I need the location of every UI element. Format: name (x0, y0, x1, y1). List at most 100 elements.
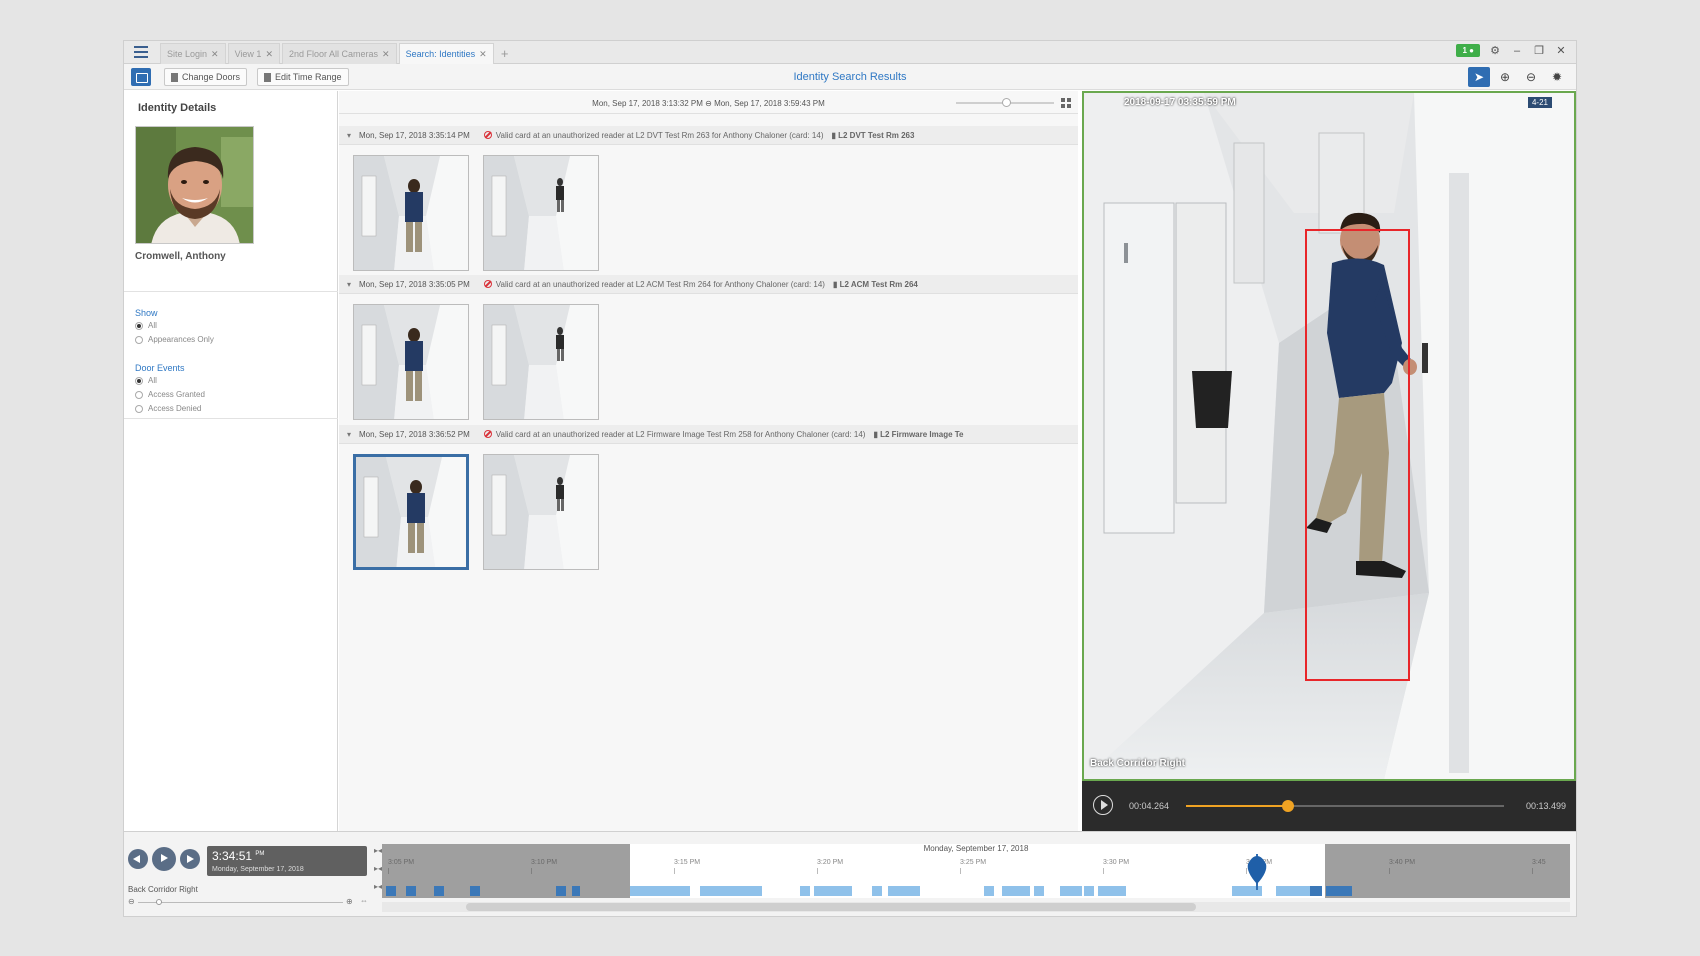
recording-segment[interactable] (572, 886, 580, 896)
pointer-icon[interactable]: ➤ (1468, 67, 1490, 87)
recording-segment[interactable] (630, 886, 690, 896)
radio-label: All (148, 376, 157, 385)
connection-badge[interactable]: 1 ● (1456, 44, 1480, 57)
close-tab-icon[interactable]: ✕ (265, 49, 273, 60)
change-doors-label: Change Doors (182, 72, 241, 82)
collapse-icon[interactable]: ▾ (339, 131, 359, 140)
radio-dot[interactable] (135, 404, 143, 413)
recording-segment[interactable] (984, 886, 994, 896)
step-forward-icon[interactable] (180, 849, 200, 869)
recording-segment[interactable] (406, 886, 416, 896)
grid-view-icon[interactable] (1061, 98, 1071, 108)
collapse-icon[interactable]: ▸◂ (374, 882, 382, 891)
recording-segment[interactable] (800, 886, 810, 896)
thumbnail[interactable] (483, 454, 599, 570)
access-denied-icon (483, 430, 492, 438)
close-tab-icon[interactable]: ✕ (382, 49, 390, 60)
menu-icon[interactable] (134, 46, 148, 58)
close-tab-icon[interactable]: ✕ (211, 49, 219, 60)
close-icon[interactable]: ✕ (1554, 44, 1568, 57)
recording-segment[interactable] (1098, 886, 1126, 896)
timeline-zoom-knob[interactable] (156, 899, 162, 905)
fit-icon[interactable]: ⇔ (360, 896, 368, 905)
event-header[interactable]: ▾ Mon, Sep 17, 2018 3:36:52 PM Valid card … (339, 425, 1078, 444)
recording-segment[interactable] (1326, 886, 1352, 896)
zoom-out-icon[interactable]: ⊖ (1520, 67, 1542, 87)
show-radio-appearances-only[interactable]: Appearances Only (135, 335, 214, 344)
door-name: ▮ L2 ACM Test Rm 264 (832, 279, 918, 289)
recording-segment[interactable] (1084, 886, 1094, 896)
show-radio-all[interactable]: All (135, 321, 157, 330)
edit-time-range-button[interactable]: Edit Time Range (257, 68, 349, 86)
door-radio-access-granted[interactable]: Access Granted (135, 390, 205, 399)
recording-segment[interactable] (1310, 886, 1322, 896)
door-radio-access-denied[interactable]: Access Denied (135, 404, 201, 413)
tab-search-identities[interactable]: Search: Identities ✕ (398, 43, 494, 64)
thumbnail[interactable] (483, 304, 599, 420)
recording-segment[interactable] (888, 886, 920, 896)
radio-dot[interactable] (135, 321, 143, 330)
play-icon[interactable] (1093, 795, 1113, 815)
recording-segment[interactable] (434, 886, 444, 896)
recording-segment[interactable] (872, 886, 882, 896)
event-header[interactable]: ▾ Mon, Sep 17, 2018 3:35:05 PM Valid card … (339, 275, 1078, 294)
minimize-icon[interactable]: – (1510, 45, 1524, 57)
radio-dot[interactable] (135, 390, 143, 399)
recording-segment[interactable] (1060, 886, 1082, 896)
collapse-icon[interactable]: ▾ (339, 430, 359, 439)
zoom-in-icon[interactable]: ⊕ (1494, 67, 1516, 87)
timeline-scrollbar[interactable] (382, 902, 1570, 912)
door-radio-all[interactable]: All (135, 376, 157, 385)
playhead-marker[interactable] (1244, 854, 1270, 890)
timeline-scroll-thumb[interactable] (466, 903, 1196, 911)
thumbnail[interactable] (353, 454, 469, 570)
settings-icon[interactable]: ✹ (1546, 67, 1568, 87)
step-back-icon[interactable] (128, 849, 148, 869)
radio-label: All (148, 321, 157, 330)
radio-dot[interactable] (135, 335, 143, 344)
tab-site-login[interactable]: Site Login ✕ (160, 43, 226, 64)
recording-segment[interactable] (470, 886, 480, 896)
tab-bar: Site Login ✕ View 1 ✕ 2nd Floor All Cameras ✕… (124, 41, 1576, 64)
thumbnail[interactable] (353, 304, 469, 420)
collapse-icon[interactable]: ▸◂ (374, 846, 382, 855)
recording-segment[interactable] (556, 886, 566, 896)
zoom-in-icon[interactable]: ⊕ (346, 897, 353, 906)
camera-snapshot (354, 156, 468, 270)
door-icon (171, 72, 178, 82)
recording-segment[interactable] (1276, 886, 1310, 896)
radio-dot[interactable] (135, 376, 143, 385)
restore-icon[interactable]: ❐ (1532, 44, 1546, 57)
camera-snapshot (356, 457, 466, 567)
event-header[interactable]: ▾ Mon, Sep 17, 2018 3:35:14 PM Valid card … (339, 126, 1078, 145)
thumbnail-size-knob[interactable] (1002, 98, 1011, 107)
close-tab-icon[interactable]: ✕ (479, 49, 487, 60)
add-tab-icon[interactable]: + (496, 43, 514, 64)
playback-scrubber[interactable] (1186, 800, 1504, 812)
tab-label: Search: Identities (405, 49, 476, 59)
play-icon[interactable] (152, 847, 176, 871)
layout-icon[interactable] (131, 68, 151, 86)
change-doors-button[interactable]: Change Doors (164, 68, 248, 86)
recording-segment[interactable] (1034, 886, 1044, 896)
video-player[interactable]: 2018-09-17 03:35:59 PM 4-21 Back Corrido… (1082, 91, 1576, 781)
timeline-track[interactable]: Monday, September 17, 2018 3:05 PM3:10 P… (382, 844, 1570, 898)
recording-segment[interactable] (386, 886, 396, 896)
thumbnail[interactable] (483, 155, 599, 271)
recording-segment[interactable] (700, 886, 762, 896)
collapse-icon[interactable]: ▸◂ (374, 864, 382, 873)
zoom-out-icon[interactable]: ⊖ (128, 897, 135, 906)
outside-range-shade (382, 844, 630, 898)
identity-name: Cromwell, Anthony (135, 251, 226, 262)
thumbnail[interactable] (353, 155, 469, 271)
collapse-icon[interactable]: ▾ (339, 280, 359, 289)
timeline-zoom-slider[interactable]: ⊖ ⊕ (128, 897, 356, 908)
recording-segment[interactable] (1002, 886, 1030, 896)
tab-view-1[interactable]: View 1 ✕ (227, 43, 280, 64)
radio-label: Appearances Only (148, 335, 214, 344)
gear-icon[interactable]: ⚙ (1488, 44, 1502, 57)
tab-2nd-floor-all-cameras[interactable]: 2nd Floor All Cameras ✕ (281, 43, 397, 64)
event-description: Valid card at an unauthorized reader at … (495, 429, 866, 439)
playback-knob[interactable] (1281, 800, 1294, 812)
recording-segment[interactable] (814, 886, 852, 896)
